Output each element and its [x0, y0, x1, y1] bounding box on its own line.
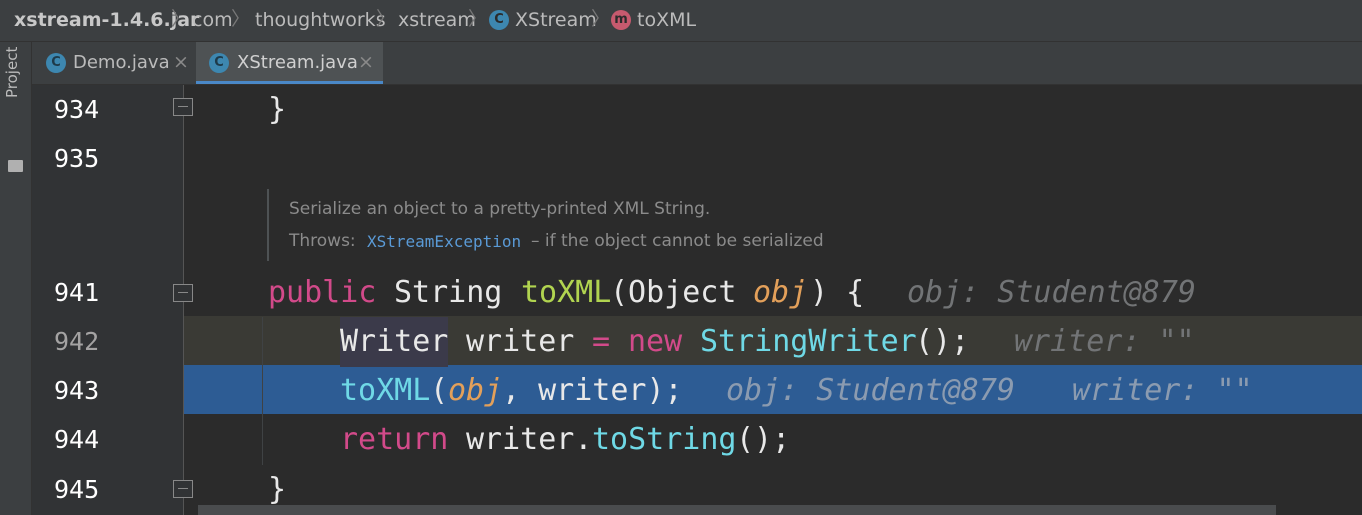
breadcrumb-method[interactable]: toXML — [637, 0, 696, 41]
code-token: toString — [592, 422, 737, 457]
breadcrumb-separator: 〉 — [171, 8, 191, 30]
breadcrumb-separator: 〉 — [231, 8, 251, 30]
line-number: 934 — [54, 95, 100, 124]
line-number: 942 — [54, 327, 100, 356]
project-tool-button[interactable]: Project — [3, 47, 21, 98]
tab-label: Demo.java — [73, 52, 170, 73]
code-token: (); — [736, 422, 791, 457]
code-token: writer. — [466, 422, 593, 457]
line-number: 945 — [54, 475, 100, 504]
close-icon[interactable]: × — [173, 42, 189, 82]
tool-window-strip: Project — [0, 42, 32, 515]
breadcrumb-package-thoughtworks[interactable]: thoughtworks — [255, 0, 386, 41]
code-token: toXML — [521, 275, 612, 310]
breadcrumb-separator: 〉 — [468, 8, 488, 30]
doc-throws-label: Throws: — [289, 231, 356, 251]
code-editor[interactable]: 934 935 941 942 943 944 945 } Serialize … — [32, 85, 1362, 515]
code-token: obj — [448, 373, 503, 408]
editor-tabs: C Demo.java × C XStream.java × — [32, 42, 1362, 85]
line-number: 941 — [54, 278, 100, 307]
breadcrumb-package-xstream[interactable]: xstream — [398, 0, 476, 41]
code-token: String — [394, 275, 503, 310]
breadcrumb-package-com[interactable]: com — [192, 0, 233, 41]
code-token: ) { — [810, 275, 865, 310]
breadcrumb-separator: 〉 — [591, 8, 611, 30]
close-icon[interactable]: × — [358, 42, 374, 82]
code-token: new — [628, 324, 683, 359]
method-icon: m — [611, 10, 631, 30]
line-number-gutter[interactable]: 934 935 941 942 943 944 945 — [32, 85, 184, 515]
inline-debug-value: obj: Student@879 — [726, 373, 1015, 408]
code-token: ( — [430, 373, 449, 408]
java-class-icon: C — [46, 53, 66, 73]
code-token: } — [268, 92, 287, 127]
code-token: , writer); — [502, 373, 683, 408]
code-token: (Object — [610, 275, 737, 310]
code-token: Writer — [340, 317, 449, 367]
breadcrumb-class[interactable]: XStream — [515, 0, 597, 41]
fold-icon[interactable] — [173, 480, 193, 498]
tab-label: XStream.java — [237, 52, 358, 73]
code-token: (); — [915, 324, 970, 359]
line-number: 943 — [54, 376, 100, 405]
folder-icon[interactable] — [8, 160, 23, 172]
line-number: 935 — [54, 144, 100, 173]
doc-comment-text: Serialize an object to a pretty-printed … — [289, 199, 711, 219]
inline-debug-value: writer: "" — [1014, 324, 1195, 359]
code-token: return — [340, 422, 449, 457]
class-icon: C — [489, 10, 509, 30]
fold-icon[interactable] — [173, 98, 193, 116]
code-token: toXML — [340, 373, 431, 408]
tab-xstream-java[interactable]: C XStream.java × — [196, 42, 383, 84]
breadcrumb: xstream-1.4.6.jar 〉 com 〉 thoughtworks 〉… — [0, 0, 1362, 42]
horizontal-scrollbar[interactable] — [198, 505, 1276, 515]
doc-throws-description: – if the object cannot be serialized — [531, 231, 824, 251]
code-token: = — [592, 324, 611, 359]
fold-icon[interactable] — [173, 284, 193, 302]
line-number: 944 — [54, 425, 100, 454]
code-token: StringWriter — [700, 324, 917, 359]
java-class-icon: C — [209, 53, 229, 73]
code-token: public — [268, 275, 377, 310]
indent-guide — [262, 317, 263, 465]
breadcrumb-separator: 〉 — [376, 8, 396, 30]
doc-exception-link[interactable]: XStreamException — [367, 232, 521, 251]
code-token: obj — [753, 275, 808, 310]
inline-debug-value: obj: Student@879 — [907, 275, 1196, 310]
tab-demo-java[interactable]: C Demo.java × — [32, 42, 194, 84]
code-token: writer — [466, 324, 575, 359]
inline-debug-value: writer: "" — [1072, 373, 1253, 408]
doc-comment-bar — [267, 189, 269, 261]
